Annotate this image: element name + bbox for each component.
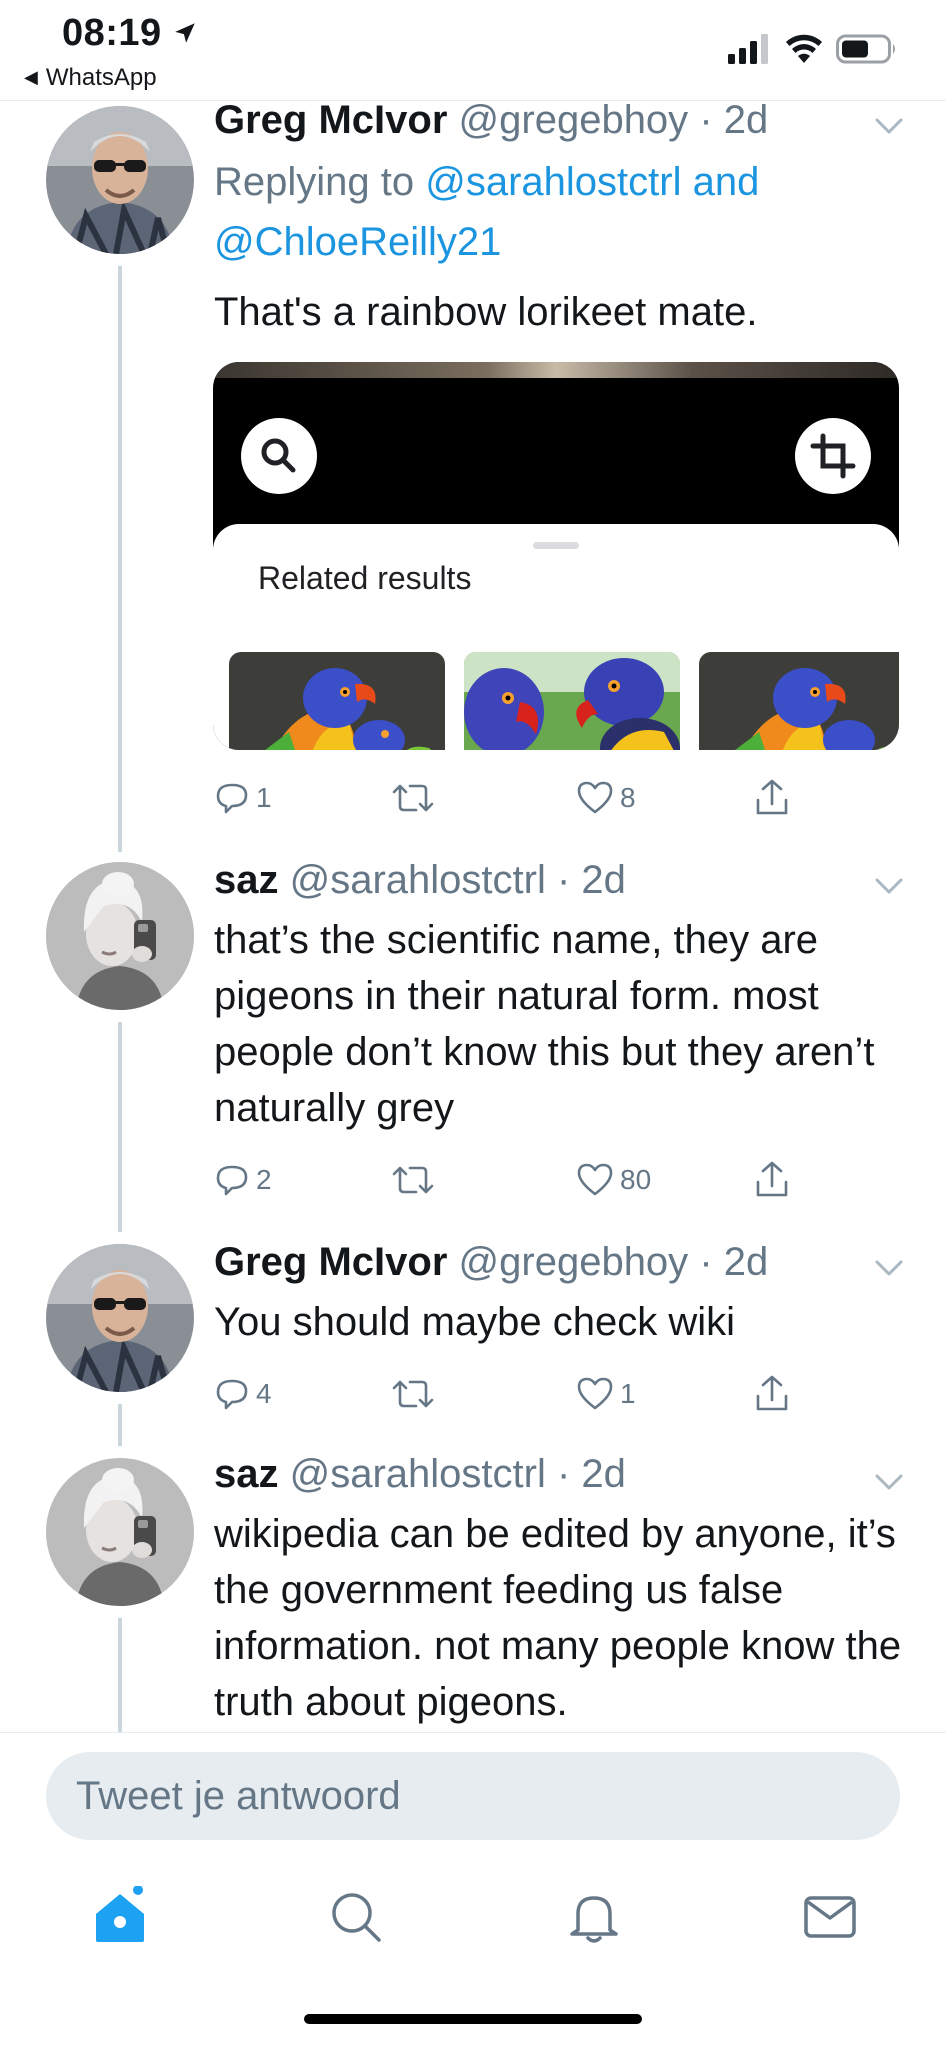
tab-notifications[interactable] — [564, 1886, 624, 1946]
reply-bar-divider — [0, 1732, 946, 1733]
home-indicator[interactable] — [304, 2014, 642, 2024]
messages-icon — [804, 1896, 856, 1938]
home-icon — [96, 1885, 144, 1942]
reply-input[interactable] — [46, 1752, 900, 1840]
tab-messages[interactable] — [800, 1886, 860, 1946]
author-name[interactable]: saz — [214, 1452, 279, 1496]
thread-line — [118, 1618, 122, 1732]
tweet[interactable]: saz @sarahlostctrl · 2d wikipedia can be… — [0, 0, 946, 1732]
tab-home[interactable] — [90, 1885, 150, 1946]
tweet-header: saz @sarahlostctrl · 2d — [214, 1452, 626, 1497]
search-icon — [332, 1893, 381, 1942]
tweet-time: · 2d — [556, 1452, 626, 1496]
tab-search[interactable] — [326, 1886, 386, 1946]
chevron-down-icon[interactable] — [874, 1472, 904, 1492]
notifications-icon — [570, 1896, 618, 1943]
avatar[interactable] — [46, 1458, 194, 1606]
author-handle[interactable]: @sarahlostctrl — [290, 1452, 546, 1496]
tweet-text: wikipedia can be edited by anyone, it’s … — [214, 1512, 902, 1724]
